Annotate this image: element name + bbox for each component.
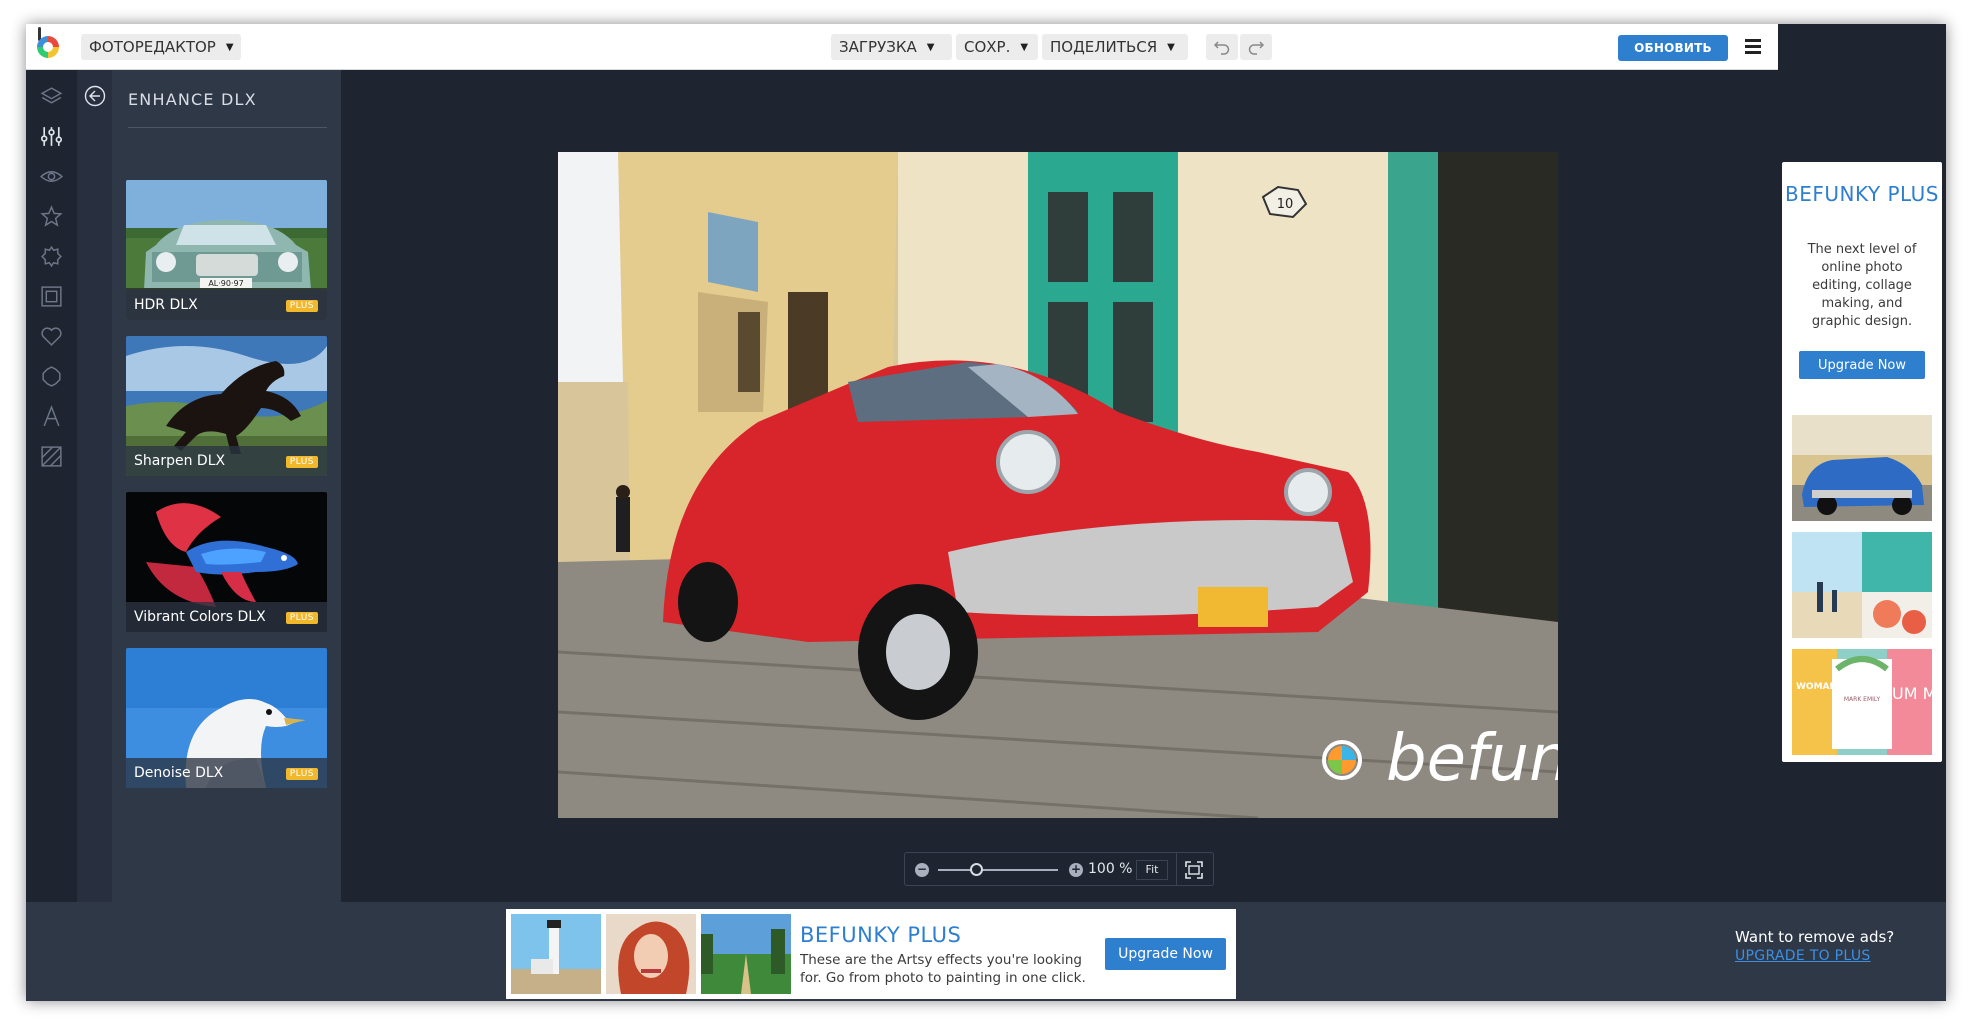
fit-button[interactable]: Fit: [1136, 860, 1168, 880]
effect-card-denoise-dlx[interactable]: Denoise DLX PLUS: [126, 648, 327, 788]
effect-card-vibrant-colors-dlx[interactable]: Vibrant Colors DLX PLUS: [126, 492, 327, 632]
photo-editor-menu[interactable]: ФОТОРЕДАКТОР ▼: [81, 34, 241, 60]
ad-image-lighthouse: [511, 914, 601, 994]
upload-menu[interactable]: ЗАГРУЗКА ▼: [831, 34, 952, 60]
sliders-icon[interactable]: [39, 124, 64, 149]
star-icon[interactable]: [39, 204, 64, 229]
upgrade-now-button[interactable]: Upgrade Now: [1799, 351, 1925, 379]
upgrade-now-button[interactable]: Upgrade Now: [1105, 938, 1226, 970]
ad-text: The next level of online photo editing, …: [1807, 242, 1917, 329]
layers-icon[interactable]: [39, 84, 64, 109]
tool-sidebar: [26, 70, 77, 902]
top-toolbar: ФОТОРЕДАКТОР ▼ ЗАГРУЗКА ▼ СОХР. ▼ ПОДЕЛИ…: [26, 24, 1778, 70]
caret-down-icon: ▼: [1020, 41, 1029, 53]
ad-image-portrait: [606, 914, 696, 994]
ad-image-design-collage: WOMAN RUN 201 MARK EMILY UM MER: [1792, 649, 1932, 755]
badge-icon[interactable]: [39, 364, 64, 389]
back-arrow-icon[interactable]: [84, 85, 106, 107]
effect-card-hdr-dlx[interactable]: AL·90·97 HDR DLX PLUS: [126, 180, 327, 320]
zoom-in-icon[interactable]: +: [1069, 863, 1083, 877]
zoom-slider[interactable]: [938, 869, 1058, 871]
ad-title: BEFUNKY PLUS: [1785, 182, 1939, 206]
panel-divider: [128, 127, 327, 128]
card-label: HDR DLX: [134, 297, 198, 313]
upgrade-to-plus-link[interactable]: UPGRADE TO PLUS: [1735, 948, 1871, 964]
ad-text: These are the Artsy effects you're looki…: [800, 952, 1086, 986]
save-menu[interactable]: СОХР. ▼: [956, 34, 1038, 60]
effect-card-sharpen-dlx[interactable]: Sharpen DLX PLUS: [126, 336, 327, 476]
photo-editor-menu-label: ФОТОРЕДАКТОР: [89, 38, 216, 56]
plus-badge: PLUS: [285, 612, 318, 624]
ad-image-beach-collage: [1792, 532, 1932, 638]
right-ad-banner[interactable]: BEFUNKY PLUS The next level of online ph…: [1782, 162, 1942, 762]
license-plate-text: AL·90·97: [208, 279, 243, 288]
plus-badge: PLUS: [285, 768, 318, 780]
undo-button[interactable]: [1206, 34, 1238, 60]
card-label: Denoise DLX: [134, 765, 224, 781]
share-menu-label: ПОДЕЛИТЬСЯ: [1050, 38, 1158, 56]
edited-photo-red-car[interactable]: 10 befu: [558, 152, 1558, 818]
refresh-button[interactable]: ОБНОВИТЬ: [1618, 35, 1728, 61]
logo-icon: [37, 36, 59, 58]
caret-down-icon: ▼: [1167, 41, 1175, 53]
card-label: Vibrant Colors DLX: [134, 609, 266, 625]
ad-image-landscape-painting: [701, 914, 791, 994]
caret-down-icon: ▼: [926, 41, 935, 53]
ad-title: BEFUNKY PLUS: [800, 923, 962, 947]
panel-title: ENHANCE DLX: [128, 90, 257, 109]
text-icon[interactable]: [39, 404, 64, 429]
zoom-out-icon[interactable]: −: [915, 863, 929, 877]
caret-down-icon: ▼: [225, 41, 234, 53]
redo-icon: [1248, 41, 1264, 55]
collage-text-left: WOMAN RUN 201: [1796, 682, 1884, 692]
zoom-slider-handle[interactable]: [969, 863, 983, 876]
zoom-control: − + 100 % Fit: [904, 852, 1214, 886]
heart-icon[interactable]: [39, 324, 64, 349]
zoom-value: 100 %: [1088, 861, 1133, 877]
ad-image-blue-car: [1792, 415, 1932, 521]
remove-ads-text: Want to remove ads?: [1735, 928, 1895, 946]
app-window: ФОТОРЕДАКТОР ▼ ЗАГРУЗКА ▼ СОХР. ▼ ПОДЕЛИ…: [26, 24, 1946, 1001]
collage-text-right: UM MER: [1892, 684, 1932, 703]
bottom-ad-bar: BEFUNKY PLUS These are the Artsy effects…: [26, 902, 1946, 1001]
house-number-text: 10: [1277, 197, 1294, 212]
panel-nav-strip: [77, 70, 112, 902]
eye-icon[interactable]: [39, 164, 64, 189]
befunky-watermark-text: befunky: [1386, 722, 1558, 796]
save-menu-label: СОХР.: [964, 38, 1011, 56]
photo-illustration: 10 befu: [558, 152, 1558, 818]
collage-text-center: MARK EMILY: [1844, 696, 1881, 703]
texture-icon[interactable]: [39, 444, 64, 469]
bottom-ad-banner[interactable]: BEFUNKY PLUS These are the Artsy effects…: [506, 909, 1236, 999]
card-label: Sharpen DLX: [134, 453, 226, 469]
plus-badge: PLUS: [285, 300, 318, 312]
frame-icon[interactable]: [39, 284, 64, 309]
upload-menu-label: ЗАГРУЗКА: [839, 38, 917, 56]
share-menu[interactable]: ПОДЕЛИТЬСЯ ▼: [1042, 34, 1188, 60]
divider: [1176, 853, 1177, 885]
hamburger-menu-icon[interactable]: [1742, 36, 1764, 58]
undo-icon: [1214, 41, 1230, 55]
fullscreen-icon[interactable]: [1185, 861, 1203, 879]
enhance-panel: ENHANCE DLX AL·90·97 HDR DLX PLUS Sharpe…: [77, 70, 341, 902]
redo-button[interactable]: [1240, 34, 1272, 60]
settings-badge-icon[interactable]: [39, 244, 64, 269]
plus-badge: PLUS: [285, 456, 318, 468]
